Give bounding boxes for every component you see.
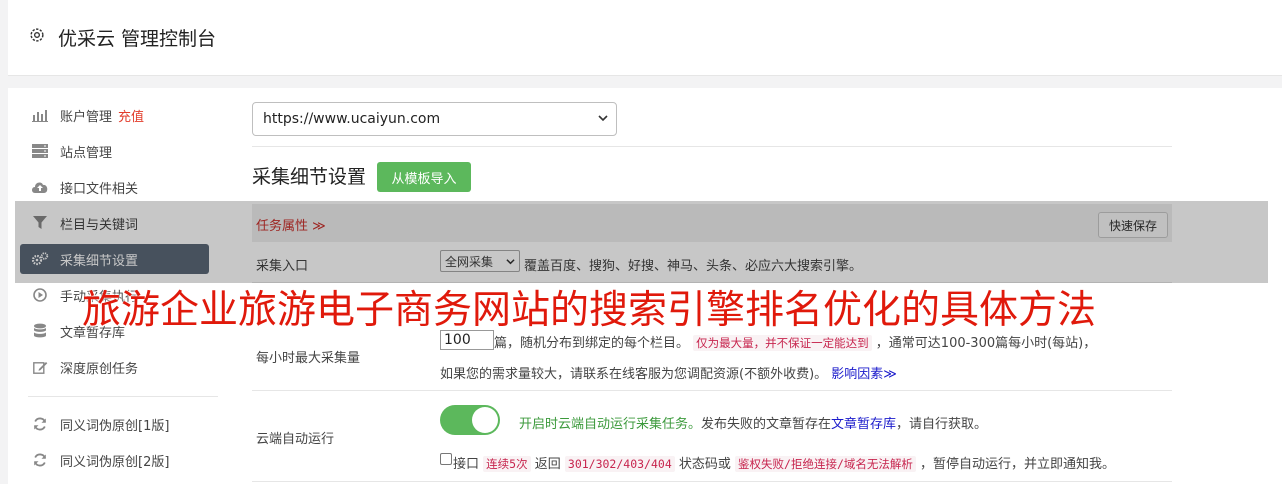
- sidebar-divider: [28, 396, 218, 397]
- hourly-max-note: 仅为最大量，并不保证一定能达到: [693, 335, 872, 351]
- gear-icon: [30, 28, 44, 42]
- server-icon: [31, 143, 49, 159]
- divider: [252, 390, 1172, 391]
- check-label: 接口: [453, 457, 480, 472]
- sidebar-item-sites[interactable]: 站点管理: [20, 136, 209, 166]
- status-text: 状态码或: [678, 457, 731, 472]
- hourly-max-text: 篇，随机分布到绑定的每个栏目。: [494, 336, 690, 351]
- code-auth-fail: 鉴权失败/拒绝连接/域名无法解析: [735, 456, 916, 472]
- cloud-on-text: 开启时云端自动运行采集任务。: [519, 417, 702, 432]
- sidebar-item-synonym-v2[interactable]: 同义词伪原创[2版]: [20, 445, 209, 475]
- cloud-auto-run-desc: 开启时云端自动运行采集任务。发布失败的文章暂存在文章暂存库，请自行获取。: [519, 413, 987, 432]
- cloud-auto-run-toggle[interactable]: [440, 405, 500, 435]
- site-select[interactable]: https://www.ucaiyun.com: [252, 102, 617, 136]
- play-circle-icon: [31, 287, 49, 303]
- cloud-text2: ，请自行获取。: [896, 417, 988, 432]
- header-bar: 优采云 管理控制台: [8, 0, 1282, 76]
- pause-text: ，暂停自动运行，并立即通知我。: [920, 457, 1116, 472]
- sidebar-item-synonym-v1[interactable]: 同义词伪原创[1版]: [20, 409, 209, 439]
- influence-factors-link[interactable]: 影响因素≫: [831, 367, 897, 382]
- site-select-value: https://www.ucaiyun.com: [263, 111, 441, 127]
- hourly-max-contact-text: 如果您的需求量较大，请联系在线客服为您调配资源(不额外收费)。: [440, 367, 828, 382]
- divider: [252, 481, 1172, 482]
- toggle-knob: [472, 407, 498, 433]
- sidebar-item-label: 账户管理: [60, 109, 113, 125]
- section-title: 采集细节设置: [252, 166, 367, 188]
- database-icon: [31, 323, 49, 339]
- pause-on-error-checkbox[interactable]: [440, 453, 452, 465]
- edit-icon: [31, 359, 49, 375]
- bar-chart-icon: [31, 107, 49, 123]
- hourly-max-line2: 如果您的需求量较大，请联系在线客服为您调配资源(不额外收费)。 影响因素≫: [440, 363, 897, 382]
- code-status: 301/302/403/404: [564, 456, 675, 472]
- recharge-link[interactable]: 充值: [118, 106, 144, 125]
- divider: [252, 146, 1172, 147]
- hourly-max-text2: ，通常可达100-300篇每小时(每站)，: [875, 336, 1097, 351]
- refresh-icon: [31, 416, 49, 432]
- code-consecutive: 连续5次: [483, 456, 531, 472]
- page-title: 优采云 管理控制台: [58, 28, 217, 50]
- cloud-auto-run-label: 云端自动运行: [256, 432, 335, 447]
- overlay-band: [15, 201, 1268, 283]
- sidebar-item-label: 同义词伪原创[1版]: [60, 418, 170, 434]
- sidebar-item-label: 深度原创任务: [60, 361, 139, 377]
- sidebar-item-deep-original[interactable]: 深度原创任务: [20, 352, 209, 382]
- cloud-text1: 发布失败的文章暂存在: [701, 417, 832, 432]
- sidebar-item-label: 站点管理: [60, 145, 113, 161]
- import-from-template-button[interactable]: 从模板导入: [377, 162, 471, 192]
- article-store-link[interactable]: 文章暂存库: [831, 417, 896, 432]
- sidebar-item-account[interactable]: 账户管理 充值: [20, 100, 209, 130]
- return-text: 返回: [534, 457, 561, 472]
- sidebar-item-label: 接口文件相关: [60, 181, 139, 197]
- sidebar-item-label: 同义词伪原创[2版]: [60, 454, 170, 470]
- sidebar-item-interface[interactable]: 接口文件相关: [20, 172, 209, 202]
- hourly-max-label: 每小时最大采集量: [256, 351, 361, 366]
- refresh-icon: [31, 452, 49, 468]
- cloud-upload-icon: [31, 179, 49, 195]
- overlay-headline: 旅游企业旅游电子商务网站的搜索引擎排名优化的具体方法: [82, 288, 1097, 333]
- pause-on-error-desc: 接口 连续5次 返回 301/302/403/404 状态码或 鉴权失败/拒绝连…: [453, 453, 1115, 472]
- chevron-down-icon: [598, 115, 608, 122]
